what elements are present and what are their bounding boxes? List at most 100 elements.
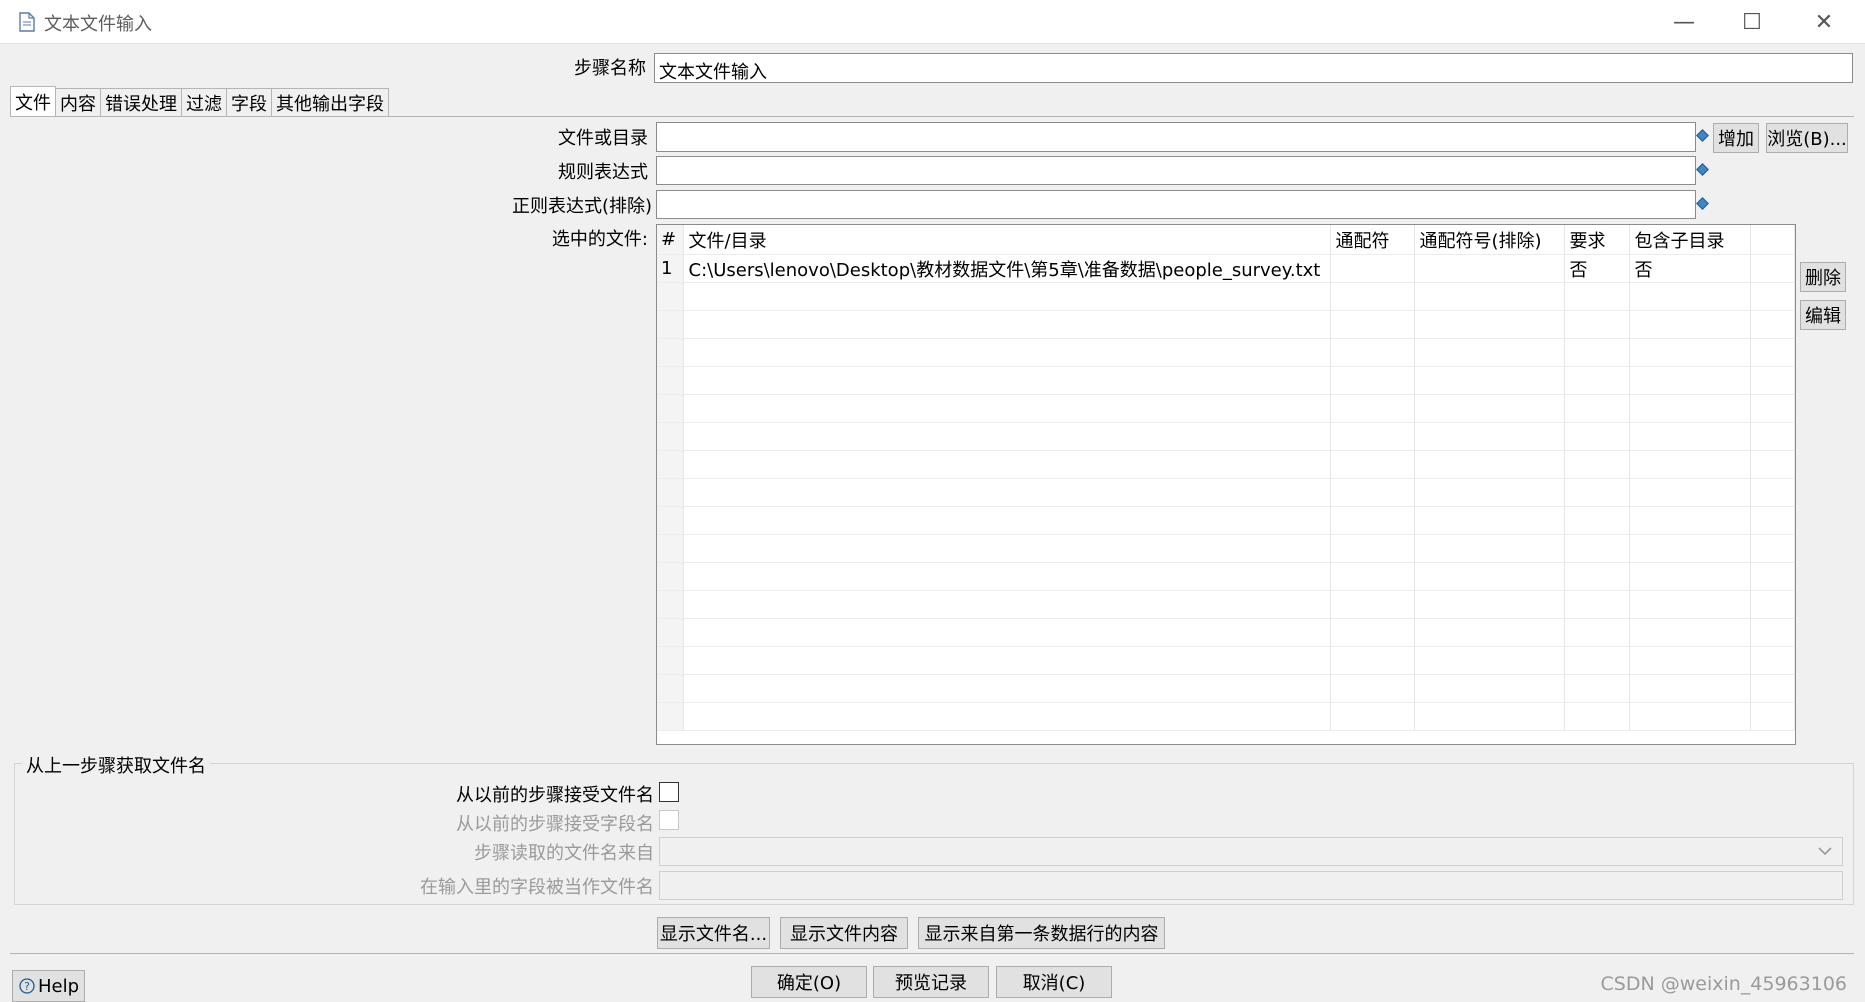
table-cell-empty[interactable] bbox=[1564, 618, 1630, 647]
table-row-empty[interactable] bbox=[657, 450, 1795, 479]
table-row-empty[interactable] bbox=[657, 506, 1795, 535]
table-cell-empty[interactable] bbox=[1629, 282, 1751, 311]
table-cell-empty[interactable] bbox=[1330, 506, 1415, 535]
table-cell-empty[interactable] bbox=[1414, 702, 1565, 731]
table-row-empty[interactable] bbox=[657, 338, 1795, 367]
table-cell-empty[interactable] bbox=[1414, 338, 1565, 367]
table-row[interactable]: 1 C:\Users\lenovo\Desktop\教材数据文件\第5章\准备数… bbox=[657, 254, 1795, 283]
tab-fields[interactable]: 字段 bbox=[226, 88, 272, 117]
table-cell-empty[interactable] bbox=[1629, 506, 1751, 535]
tab-filter[interactable]: 过滤 bbox=[181, 88, 227, 117]
table-row-empty[interactable] bbox=[657, 310, 1795, 339]
table-cell-empty[interactable] bbox=[1629, 394, 1751, 423]
table-row-empty[interactable] bbox=[657, 534, 1795, 563]
table-cell-empty[interactable] bbox=[683, 618, 1331, 647]
table-cell-empty[interactable] bbox=[683, 394, 1331, 423]
table-cell-empty[interactable] bbox=[683, 366, 1331, 395]
cell-include-subdirs[interactable]: 否 bbox=[1629, 254, 1751, 283]
table-cell-empty[interactable] bbox=[1330, 282, 1415, 311]
table-row-empty[interactable] bbox=[657, 674, 1795, 703]
show-filenames-button[interactable]: 显示文件名... bbox=[657, 917, 770, 949]
table-row-empty[interactable] bbox=[657, 702, 1795, 731]
table-cell-empty[interactable] bbox=[1629, 702, 1751, 731]
table-cell-empty[interactable] bbox=[683, 674, 1331, 703]
table-cell-empty[interactable] bbox=[1564, 590, 1630, 619]
field-as-filename-input[interactable] bbox=[659, 871, 1843, 900]
tab-file[interactable]: 文件 bbox=[10, 86, 56, 117]
show-file-content-button[interactable]: 显示文件内容 bbox=[780, 917, 908, 949]
table-cell-empty[interactable] bbox=[1414, 282, 1565, 311]
table-cell-empty[interactable] bbox=[1629, 618, 1751, 647]
table-cell-empty[interactable] bbox=[1414, 478, 1565, 507]
add-button[interactable]: 增加 bbox=[1713, 123, 1759, 153]
table-cell-empty[interactable] bbox=[1564, 534, 1630, 563]
table-cell-empty[interactable] bbox=[1564, 422, 1630, 451]
table-row-empty[interactable] bbox=[657, 394, 1795, 423]
table-cell-empty[interactable] bbox=[1414, 310, 1565, 339]
table-row-empty[interactable] bbox=[657, 282, 1795, 311]
table-cell-empty[interactable] bbox=[1414, 562, 1565, 591]
table-cell-empty[interactable] bbox=[1564, 478, 1630, 507]
column-header-file[interactable]: 文件/目录 bbox=[683, 225, 1331, 255]
regex-input[interactable] bbox=[656, 156, 1696, 185]
cell-wildcard[interactable] bbox=[1330, 254, 1415, 283]
table-row-empty[interactable] bbox=[657, 422, 1795, 451]
table-cell-empty[interactable] bbox=[683, 534, 1331, 563]
table-cell-empty[interactable] bbox=[1629, 562, 1751, 591]
table-cell-empty[interactable] bbox=[1414, 674, 1565, 703]
table-cell-empty[interactable] bbox=[1629, 478, 1751, 507]
tab-error-handling[interactable]: 错误处理 bbox=[100, 88, 182, 117]
table-cell-empty[interactable] bbox=[1629, 450, 1751, 479]
table-cell-empty[interactable] bbox=[1330, 590, 1415, 619]
table-cell-empty[interactable] bbox=[1414, 618, 1565, 647]
table-cell-empty[interactable] bbox=[1564, 702, 1630, 731]
table-cell-empty[interactable] bbox=[1414, 422, 1565, 451]
table-cell-empty[interactable] bbox=[1414, 394, 1565, 423]
close-button[interactable]: ✕ bbox=[1794, 4, 1854, 40]
ok-button[interactable]: 确定(O) bbox=[751, 966, 867, 998]
table-row-empty[interactable] bbox=[657, 366, 1795, 395]
help-button[interactable]: ? Help bbox=[12, 970, 85, 1002]
table-cell-empty[interactable] bbox=[1629, 422, 1751, 451]
table-cell-empty[interactable] bbox=[1330, 478, 1415, 507]
table-cell-empty[interactable] bbox=[683, 310, 1331, 339]
table-cell-empty[interactable] bbox=[683, 422, 1331, 451]
accept-filenames-checkbox[interactable] bbox=[659, 782, 679, 802]
table-cell-empty[interactable] bbox=[1629, 646, 1751, 675]
table-cell-empty[interactable] bbox=[683, 590, 1331, 619]
table-cell-empty[interactable] bbox=[1330, 618, 1415, 647]
browse-button[interactable]: 浏览(B)... bbox=[1766, 123, 1848, 153]
table-cell-empty[interactable] bbox=[1414, 534, 1565, 563]
table-cell-empty[interactable] bbox=[1330, 534, 1415, 563]
column-header-number[interactable]: # bbox=[657, 225, 684, 255]
table-cell-empty[interactable] bbox=[1330, 702, 1415, 731]
table-cell-empty[interactable] bbox=[683, 506, 1331, 535]
preview-button[interactable]: 预览记录 bbox=[873, 966, 989, 998]
table-cell-empty[interactable] bbox=[1564, 394, 1630, 423]
column-header-wildcard-exclude[interactable]: 通配符号(排除) bbox=[1414, 225, 1565, 255]
table-row-empty[interactable] bbox=[657, 590, 1795, 619]
table-cell-empty[interactable] bbox=[683, 702, 1331, 731]
minimize-button[interactable]: — bbox=[1654, 4, 1714, 40]
accept-fieldnames-checkbox[interactable] bbox=[659, 810, 679, 830]
table-cell-empty[interactable] bbox=[683, 338, 1331, 367]
table-cell-empty[interactable] bbox=[1564, 506, 1630, 535]
column-header-include-subdirs[interactable]: 包含子目录 bbox=[1629, 225, 1751, 255]
regex-exclude-input[interactable] bbox=[656, 190, 1696, 219]
table-cell-empty[interactable] bbox=[1564, 450, 1630, 479]
table-cell-empty[interactable] bbox=[1629, 590, 1751, 619]
table-cell-empty[interactable] bbox=[1629, 534, 1751, 563]
table-cell-empty[interactable] bbox=[1564, 282, 1630, 311]
table-cell-empty[interactable] bbox=[1330, 310, 1415, 339]
tab-content[interactable]: 内容 bbox=[55, 88, 101, 117]
table-cell-empty[interactable] bbox=[1330, 366, 1415, 395]
table-cell-empty[interactable] bbox=[1629, 310, 1751, 339]
table-cell-empty[interactable] bbox=[683, 562, 1331, 591]
table-cell-empty[interactable] bbox=[1564, 310, 1630, 339]
table-cell-empty[interactable] bbox=[1414, 590, 1565, 619]
table-row-empty[interactable] bbox=[657, 562, 1795, 591]
column-header-wildcard[interactable]: 通配符 bbox=[1330, 225, 1415, 255]
table-cell-empty[interactable] bbox=[1564, 646, 1630, 675]
table-row-empty[interactable] bbox=[657, 478, 1795, 507]
step-name-input[interactable]: 文本文件输入 bbox=[654, 53, 1853, 83]
